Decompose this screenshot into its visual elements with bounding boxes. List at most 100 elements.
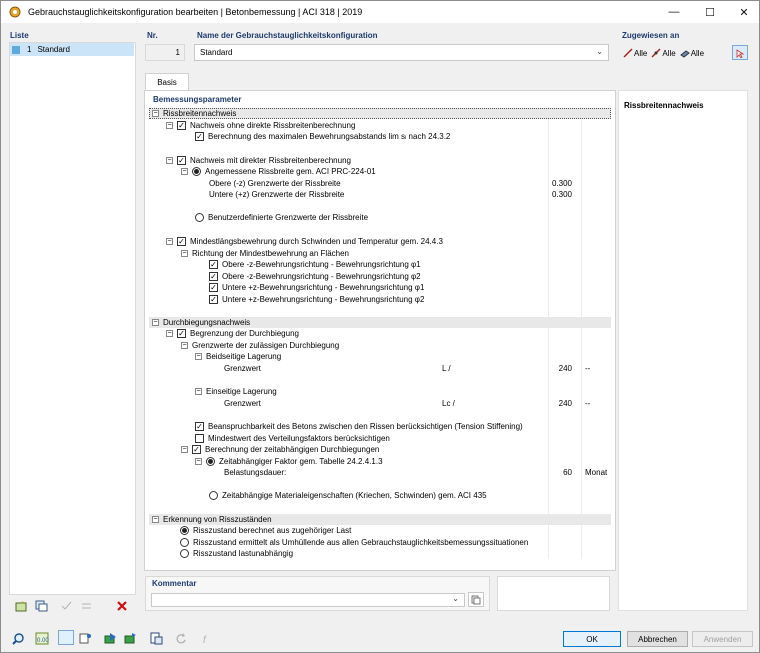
collapse-icon[interactable]: − <box>166 330 173 337</box>
cracking-opt3-row[interactable]: Risszustand lastunabhängig <box>180 548 293 559</box>
one-row[interactable]: − Einseitige Lagerung <box>195 386 277 397</box>
section-deflection-row[interactable]: − Durchbiegungsnachweis <box>152 317 250 328</box>
assigned-item-2[interactable]: Alle <box>651 48 676 58</box>
both-value[interactable]: 240 <box>512 364 572 373</box>
cracking-opt1-row[interactable]: Risszustand berechnet aus zugehöriger La… <box>180 525 351 536</box>
import-icon[interactable] <box>102 631 118 646</box>
comment-library-icon[interactable] <box>468 592 484 607</box>
delete-icon[interactable] <box>114 598 130 613</box>
time-dep-checkbox[interactable]: ✓ <box>192 445 201 454</box>
copy-item-icon[interactable] <box>33 598 49 613</box>
collapse-icon[interactable]: − <box>195 388 202 395</box>
one-value[interactable]: 240 <box>512 399 572 408</box>
comment-combo[interactable]: ⌄ <box>151 593 465 607</box>
dir-checkbox-3[interactable]: ✓ <box>209 283 218 292</box>
minimize-button[interactable]: — <box>657 1 691 23</box>
upper-limit-value[interactable]: 0.300 <box>512 179 572 188</box>
dir-checkbox-2[interactable]: ✓ <box>209 272 218 281</box>
user-defined-row[interactable]: Benutzerdefinierte Grenzwerte der Rissbr… <box>195 212 368 223</box>
one-limit-row: Grenzwert Lc / 240 -- <box>224 398 607 409</box>
user-defined-radio[interactable] <box>195 213 204 222</box>
lower-limit-value[interactable]: 0.300 <box>512 190 572 199</box>
dir-row-3[interactable]: ✓ Untere +z-Bewehrungsrichtung - Bewehru… <box>209 282 424 293</box>
min-long-row[interactable]: − ✓ Mindestlängsbewehrung durch Schwinde… <box>166 236 443 247</box>
chevron-down-icon: ⌄ <box>452 594 459 603</box>
uncheck-icon[interactable] <box>78 598 94 613</box>
limit-checkbox[interactable]: ✓ <box>177 329 186 338</box>
collapse-icon[interactable]: − <box>166 157 173 164</box>
factor-row[interactable]: − Zeitabhängiger Faktor gem. Tabelle 24.… <box>195 456 383 467</box>
max-spacing-row[interactable]: ✓ Berechnung des maximalen Bewehrungsabs… <box>195 131 450 142</box>
dir-row-1[interactable]: ✓ Obere -z-Bewehrungsrichtung - Bewehrun… <box>209 259 421 270</box>
direction-row[interactable]: − Richtung der Mindestbewehrung an Fläch… <box>181 248 349 259</box>
check-all-icon[interactable] <box>58 598 74 613</box>
tension-checkbox[interactable]: ✓ <box>195 422 204 431</box>
collapse-icon[interactable]: − <box>181 250 188 257</box>
dir-checkbox-4[interactable]: ✓ <box>209 295 218 304</box>
section-crack-width-row[interactable]: − Rissbreitennachweis <box>152 108 236 119</box>
cracking-opt2-radio[interactable] <box>180 538 189 547</box>
no-direct-row[interactable]: − ✓ Nachweis ohne direkte Rissbreitenber… <box>166 120 355 131</box>
max-spacing-label: Berechnung des maximalen Bewehrungsabsta… <box>208 132 451 141</box>
collapse-icon[interactable]: − <box>152 516 159 523</box>
adequate-label: Angemessene Rissbreite gem. ACI PRC-224-… <box>205 167 376 176</box>
min-long-checkbox[interactable]: ✓ <box>177 237 186 246</box>
collapse-icon[interactable]: − <box>181 168 188 175</box>
cracking-opt1-radio[interactable] <box>180 526 189 535</box>
apply-button[interactable]: Anwenden <box>692 631 753 647</box>
properties-icon[interactable] <box>148 631 164 646</box>
view-icon[interactable] <box>58 630 74 645</box>
tension-row[interactable]: ✓ Beanspruchbarkeit des Betons zwischen … <box>195 421 523 432</box>
reset-icon[interactable] <box>173 631 189 646</box>
section-cracking-row[interactable]: − Erkennung von Risszuständen <box>152 514 272 525</box>
direct-checkbox[interactable]: ✓ <box>177 156 186 165</box>
assigned-item-label: Alle <box>690 48 705 58</box>
min-dist-row[interactable]: Mindestwert des Verteilungsfaktors berüc… <box>195 433 390 444</box>
collapse-icon[interactable]: − <box>195 353 202 360</box>
collapse-icon[interactable]: − <box>152 319 159 326</box>
close-button[interactable]: ✕ <box>727 1 760 23</box>
dir-row-2[interactable]: ✓ Obere -z-Bewehrungsrichtung - Bewehrun… <box>209 271 421 282</box>
units-icon[interactable]: 0.00 <box>34 631 50 646</box>
no-direct-checkbox[interactable]: ✓ <box>177 121 186 130</box>
assigned-header: Zugewiesen an <box>622 31 680 40</box>
one-formula: Lc / <box>442 399 455 408</box>
new-item-icon[interactable]: * <box>13 598 29 613</box>
allowed-row[interactable]: − Grenzwerte der zulässigen Durchbiegung <box>181 340 339 351</box>
tab-basis[interactable]: Basis <box>145 73 189 90</box>
both-row[interactable]: − Beidseitige Lagerung <box>195 351 281 362</box>
select-in-model-icon[interactable] <box>732 45 748 60</box>
collapse-icon[interactable]: − <box>152 110 159 117</box>
cancel-button[interactable]: Abbrechen <box>627 631 688 647</box>
name-combo[interactable]: Standard ⌄ <box>194 44 609 61</box>
max-spacing-checkbox[interactable]: ✓ <box>195 132 204 141</box>
min-dist-checkbox[interactable] <box>195 434 204 443</box>
adequate-row[interactable]: − Angemessene Rissbreite gem. ACI PRC-22… <box>181 166 376 177</box>
collapse-icon[interactable]: − <box>195 458 202 465</box>
assigned-item-3[interactable]: Alle <box>679 48 705 58</box>
collapse-icon[interactable]: − <box>181 342 188 349</box>
limit-row[interactable]: − ✓ Begrenzung der Durchbiegung <box>166 328 299 339</box>
material-radio[interactable] <box>209 491 218 500</box>
adequate-radio[interactable] <box>192 167 201 176</box>
collapse-icon[interactable]: − <box>181 446 188 453</box>
formula-icon[interactable]: f <box>199 631 215 646</box>
material-row[interactable]: Zeitabhängige Materialeigenschaften (Kri… <box>209 490 487 501</box>
ok-button[interactable]: OK <box>563 631 621 647</box>
duration-value[interactable]: 60 <box>512 468 572 477</box>
cracking-opt2-row[interactable]: Risszustand ermittelt als Umhüllende aus… <box>180 537 528 548</box>
dir-row-4[interactable]: ✓ Untere +z-Bewehrungsrichtung - Bewehru… <box>209 294 424 305</box>
maximize-button[interactable]: ☐ <box>693 1 727 23</box>
list-item[interactable]: 1 Standard <box>10 43 134 56</box>
time-dep-row[interactable]: − ✓ Berechnung der zeitabhängigen Durchb… <box>181 444 379 455</box>
direct-row[interactable]: − ✓ Nachweis mit direkter Rissbreitenber… <box>166 155 351 166</box>
export-icon[interactable] <box>122 631 138 646</box>
assigned-item-1[interactable]: Alle <box>623 48 647 58</box>
collapse-icon[interactable]: − <box>166 238 173 245</box>
search-icon[interactable] <box>10 631 26 646</box>
collapse-icon[interactable]: − <box>166 122 173 129</box>
factor-radio[interactable] <box>206 457 215 466</box>
cracking-opt3-radio[interactable] <box>180 549 189 558</box>
dir-checkbox-1[interactable]: ✓ <box>209 260 218 269</box>
display-icon[interactable] <box>77 631 93 646</box>
